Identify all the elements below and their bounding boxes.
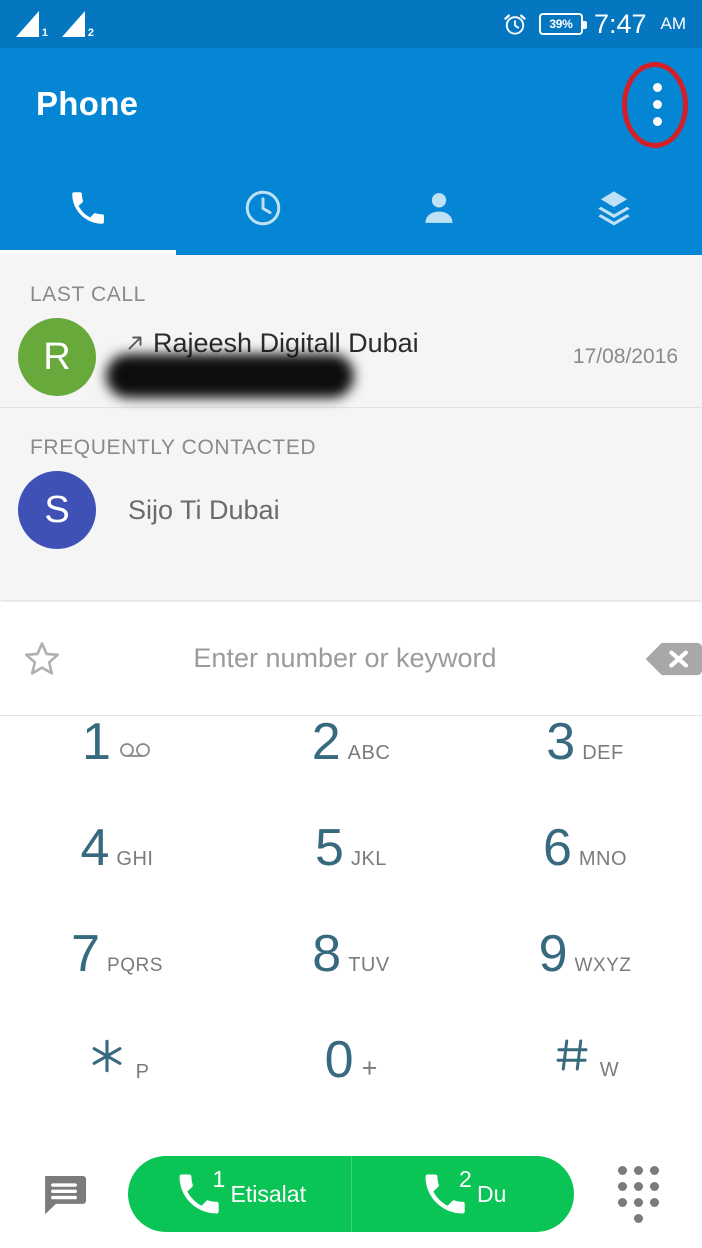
key-7[interactable]: 7 PQRS xyxy=(0,928,234,1034)
list-item-last-call[interactable]: R Rajeesh Digitall Dubai 17/08/2016 xyxy=(0,307,702,407)
tab-dialer[interactable] xyxy=(0,160,176,255)
phone-icon xyxy=(72,191,104,224)
key-letters: MNO xyxy=(578,848,628,870)
sim2-signal-label: 2 xyxy=(87,27,94,39)
key-letters: TUV xyxy=(348,954,390,976)
clock-icon xyxy=(246,190,281,225)
dial-number-input[interactable]: Enter number or keyword xyxy=(84,643,616,674)
key-9[interactable]: 9 WXYZ xyxy=(468,928,702,1034)
key-hash[interactable]: W xyxy=(468,1034,702,1140)
key-letters: ABC xyxy=(347,742,391,764)
avatar: S xyxy=(18,471,96,549)
page-title: Phone xyxy=(36,85,139,122)
key-letters: JKL xyxy=(350,848,387,870)
list-item-title-row: Sijo Ti Dubai xyxy=(124,495,678,526)
asterisk-icon xyxy=(92,1039,121,1073)
sim2-signal-icon: 2 xyxy=(62,9,96,39)
contact-number xyxy=(106,353,573,398)
call-button-label: Etisalat xyxy=(230,1180,306,1207)
more-vertical-icon[interactable] xyxy=(642,79,672,129)
voicemail-icon xyxy=(120,743,150,757)
key-letters: PQRS xyxy=(107,955,163,976)
sim-index-label: 1 xyxy=(212,1166,226,1192)
key-letters: WXYZ xyxy=(574,955,632,976)
status-bar-time: 7:47 xyxy=(593,8,647,39)
key-letters: W xyxy=(599,1059,620,1081)
key-letters: P xyxy=(135,1061,150,1083)
star-outline-icon xyxy=(24,641,60,675)
key-digit: 4 xyxy=(80,819,110,877)
list-item-frequent-contact[interactable]: S Sijo Ti Dubai xyxy=(0,460,702,560)
key-star[interactable]: P xyxy=(0,1034,234,1140)
key-digit: 0 xyxy=(324,1031,354,1089)
dialpad: 1 2 ABC 3 DEF 4 GHI 5 JKL 6 MNO 7 PQRS 8… xyxy=(0,716,702,1140)
status-bar-right: 39% 7:47 AM xyxy=(502,9,702,40)
list-item-main: Rajeesh Digitall Dubai xyxy=(96,328,573,398)
alarm-clock-icon xyxy=(504,14,526,35)
key-digit: 3 xyxy=(546,713,576,771)
app-bar: Phone xyxy=(0,48,702,160)
key-letters: DEF xyxy=(582,742,624,764)
tab-recents[interactable] xyxy=(176,160,352,255)
dialpad-icon xyxy=(617,1165,659,1223)
sim1-signal-icon: 1 xyxy=(16,9,50,39)
key-letters: + xyxy=(361,1053,378,1083)
key-digit: 1 xyxy=(82,713,111,771)
call-button-sim2[interactable]: 2 Du xyxy=(350,1156,575,1232)
key-1[interactable]: 1 xyxy=(0,716,234,822)
redaction-overlay xyxy=(106,353,354,398)
avatar: R xyxy=(18,318,96,396)
message-button[interactable] xyxy=(0,1167,128,1221)
key-digit: 5 xyxy=(315,819,344,877)
tab-contacts[interactable] xyxy=(351,160,527,255)
key-8[interactable]: 8 TUV xyxy=(234,928,468,1034)
key-2[interactable]: 2 ABC xyxy=(234,716,468,822)
call-buttons-pill: 1 Etisalat 2 Du xyxy=(128,1156,574,1232)
avatar-letter: S xyxy=(44,488,70,531)
call-date: 17/08/2016 xyxy=(572,345,678,368)
key-digit: 2 xyxy=(311,713,341,771)
phone-app-screen: 1 2 39% 7:47 AM Phone LAST CALL R Rajees… xyxy=(0,0,702,1248)
backspace-icon xyxy=(645,642,702,675)
message-icon xyxy=(45,1176,87,1215)
tab-groups[interactable] xyxy=(527,160,702,255)
key-4[interactable]: 4 GHI xyxy=(0,822,234,928)
backspace-button[interactable] xyxy=(616,635,702,683)
sim-index-label: 2 xyxy=(459,1166,472,1192)
sim1-signal-label: 1 xyxy=(41,27,48,39)
key-0[interactable]: 0 + xyxy=(234,1034,468,1140)
person-icon xyxy=(425,192,453,223)
tab-bar xyxy=(0,160,702,255)
contacts-list-area: LAST CALL R Rajeesh Digitall Dubai 17/08… xyxy=(0,255,702,600)
bottom-action-bar: 1 Etisalat 2 Du xyxy=(0,1140,702,1248)
favorites-star-button[interactable] xyxy=(0,638,84,680)
status-bar: 1 2 39% 7:47 AM xyxy=(0,0,702,48)
key-6[interactable]: 6 MNO xyxy=(468,822,702,928)
layers-icon xyxy=(598,190,630,225)
key-digit: 7 xyxy=(71,925,101,983)
list-item-main: Sijo Ti Dubai xyxy=(96,495,678,526)
battery-icon: 39% xyxy=(538,13,587,35)
avatar-letter: R xyxy=(43,335,71,378)
dial-input-row: Enter number or keyword xyxy=(0,602,702,716)
battery-percent-label: 39% xyxy=(549,17,573,31)
key-digit: 9 xyxy=(538,925,568,983)
key-digit: 6 xyxy=(542,819,572,877)
key-5[interactable]: 5 JKL xyxy=(234,822,468,928)
key-3[interactable]: 3 DEF xyxy=(468,716,702,822)
dialpad-toggle-button[interactable] xyxy=(574,1165,702,1223)
key-digit: 8 xyxy=(312,925,342,983)
section-header-frequently-contacted: FREQUENTLY CONTACTED xyxy=(30,436,317,459)
status-bar-left: 1 2 xyxy=(0,9,96,39)
outgoing-call-arrow-icon xyxy=(128,336,142,350)
hash-icon xyxy=(556,1039,588,1071)
section-header-last-call: LAST CALL xyxy=(30,283,146,306)
contact-name: Sijo Ti Dubai xyxy=(128,494,280,525)
call-button-sim1[interactable]: 1 Etisalat xyxy=(128,1156,351,1232)
key-letters: GHI xyxy=(116,848,154,870)
status-bar-ampm: AM xyxy=(660,14,687,33)
call-button-label: Du xyxy=(477,1180,507,1207)
